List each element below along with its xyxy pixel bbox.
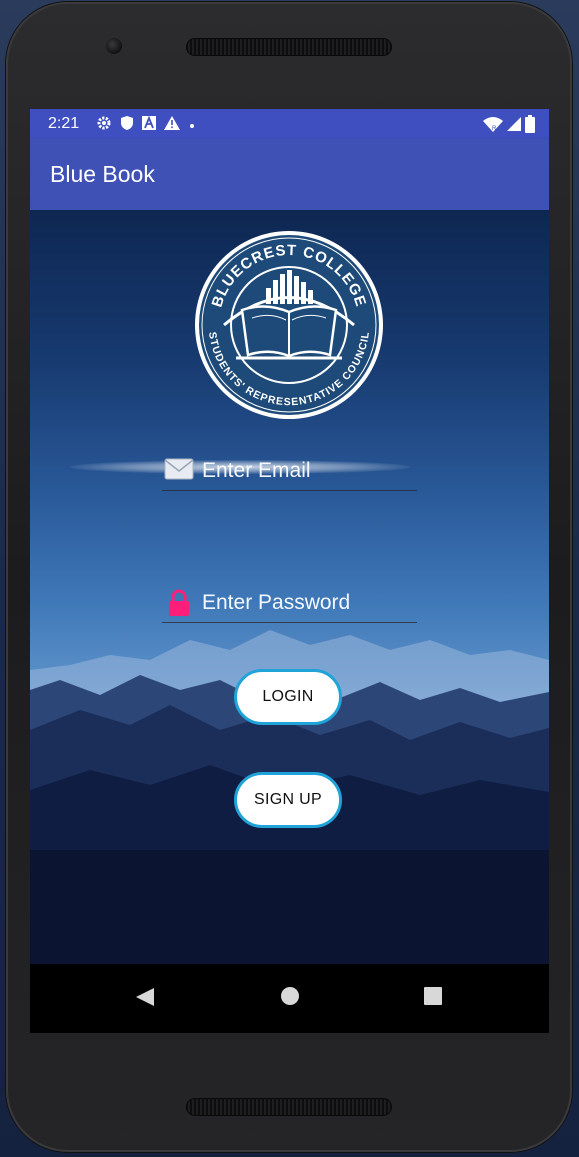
phone-screen: 2:21 R Blue Book BLUECREST COLLEGE STUDE… <box>30 109 549 1033</box>
back-icon[interactable] <box>134 986 156 1013</box>
dot-icon <box>188 116 196 134</box>
top-speaker-grille <box>186 38 392 56</box>
email-input[interactable] <box>200 456 419 486</box>
signal-icon <box>507 116 521 137</box>
status-bar: 2:21 R <box>30 109 549 139</box>
a-box-icon <box>142 115 156 134</box>
password-field[interactable] <box>162 582 419 623</box>
front-camera <box>106 38 122 54</box>
wifi-icon: R <box>483 116 503 137</box>
app-bar: Blue Book <box>30 139 549 210</box>
password-input[interactable] <box>200 588 419 618</box>
email-field[interactable] <box>162 450 419 491</box>
login-content: BLUECREST COLLEGE STUDENTS' REPRESENTATI… <box>30 210 549 964</box>
svg-text:R: R <box>492 126 497 132</box>
battery-icon <box>525 115 535 138</box>
lock-icon <box>164 589 194 616</box>
envelope-icon <box>164 457 194 483</box>
bluecrest-logo: BLUECREST COLLEGE STUDENTS' REPRESENTATI… <box>194 230 384 420</box>
navigation-bar <box>30 964 549 1033</box>
home-icon[interactable] <box>280 986 300 1011</box>
sign-up-button[interactable]: SIGN UP <box>234 772 342 828</box>
status-notification-icons <box>96 115 196 135</box>
warning-icon <box>164 116 180 134</box>
shield-icon <box>120 115 134 135</box>
recent-apps-icon[interactable] <box>423 986 443 1011</box>
bottom-speaker-grille <box>186 1098 392 1116</box>
status-time: 2:21 <box>48 115 80 132</box>
app-title: Blue Book <box>50 161 155 187</box>
gear-icon <box>96 115 112 135</box>
login-button[interactable]: LOGIN <box>234 669 342 725</box>
status-system-icons: R <box>483 115 535 138</box>
